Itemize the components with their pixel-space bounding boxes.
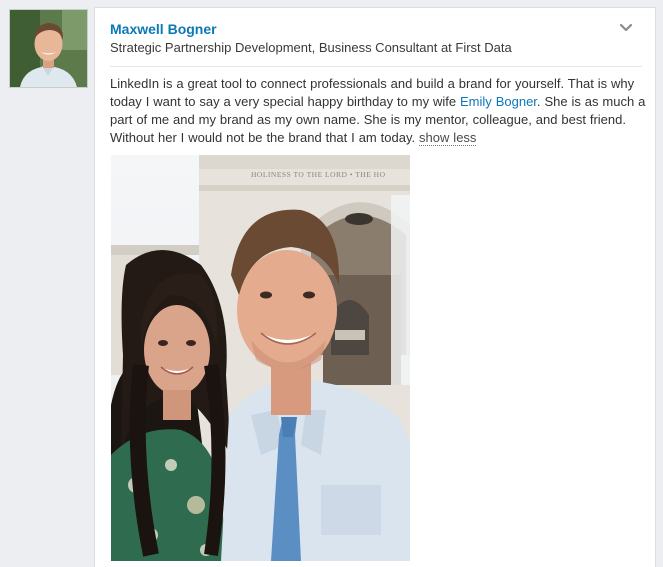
mention-link[interactable]: Emily Bogner [460, 94, 537, 109]
chevron-down-icon[interactable] [619, 22, 633, 34]
couple-selfie-image: HOLINESS TO THE LORD • THE HO [111, 155, 410, 561]
post-card: Maxwell Bogner Strategic Partnership Dev… [94, 7, 656, 567]
author-name-link[interactable]: Maxwell Bogner [110, 21, 217, 37]
post-body: LinkedIn is a great tool to connect prof… [110, 75, 650, 147]
header-divider [110, 66, 642, 67]
avatar-image [10, 10, 87, 87]
author-avatar[interactable] [9, 9, 88, 88]
temple-sign-text: HOLINESS TO THE LORD • THE HO [251, 170, 386, 179]
author-headline: Strategic Partnership Development, Busin… [110, 40, 512, 55]
post-photo[interactable]: HOLINESS TO THE LORD • THE HO [111, 155, 410, 561]
show-less-link[interactable]: show less [419, 130, 477, 146]
